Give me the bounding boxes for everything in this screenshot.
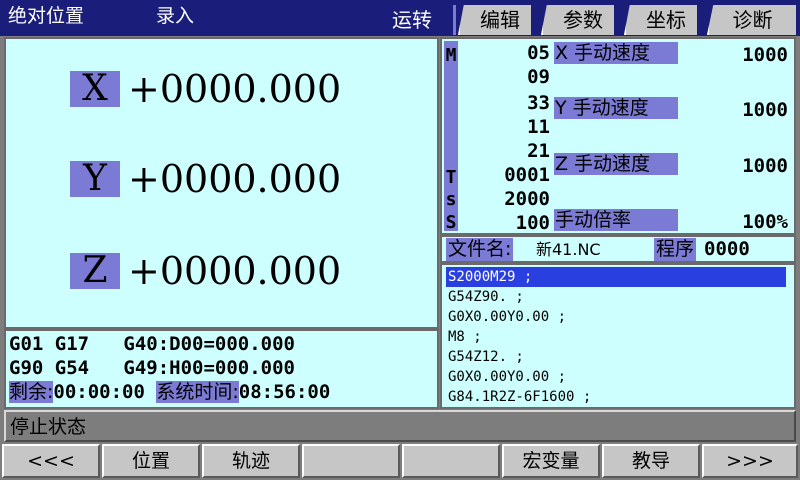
program-line[interactable]: G0X0.00Y0.00 ; xyxy=(446,367,786,387)
tab-params-label: 参数 xyxy=(563,8,603,32)
program-line[interactable]: G84.1R2Z-6F1600 ; xyxy=(446,387,786,407)
program-line[interactable]: G0X0.00Y0.00 ; xyxy=(446,307,786,327)
y-jog-speed-value: 1000 xyxy=(742,99,788,121)
softkey-empty-1[interactable] xyxy=(302,444,400,478)
m-code-1: 05 xyxy=(527,42,550,64)
z-axis-value: +0000.000 xyxy=(128,249,342,293)
x-jog-speed-value: 1000 xyxy=(742,44,788,66)
modal-line-1: G01 G17 G40:D00=000.000 xyxy=(9,333,295,355)
z-jog-speed-value: 1000 xyxy=(742,155,788,177)
program-line[interactable]: G54Z90. ; xyxy=(446,287,786,307)
m-code-5: 21 xyxy=(527,140,550,162)
x-jog-speed-label: X 手动速度 xyxy=(554,42,678,64)
tab-diagnosis[interactable]: 诊断 xyxy=(707,5,796,35)
program-line[interactable]: M8 ; xyxy=(446,327,786,347)
m-code-3: 33 xyxy=(527,92,550,114)
jog-override-value: 100% xyxy=(742,211,788,233)
tab-diagnosis-label: 诊断 xyxy=(732,8,773,32)
machine-status: 停止状态 xyxy=(10,416,87,438)
z-axis-label: Z xyxy=(70,253,120,289)
m-code-letter: M xyxy=(445,45,457,66)
tab-run-label: 运转 xyxy=(392,8,432,32)
program-line-current[interactable]: S2000M29 ; xyxy=(446,267,786,287)
system-time: 08:56:00 xyxy=(238,381,331,403)
y-jog-speed-label: Y 手动速度 xyxy=(554,97,678,119)
softkey-next-page[interactable]: >>> xyxy=(702,444,798,478)
m-code-4: 11 xyxy=(527,116,550,138)
file-info-bar: 文件名: 新41.NC 程序 0000 xyxy=(440,235,796,263)
jog-override-label: 手动倍率 xyxy=(554,209,678,231)
machine-info-panel: M T s S 05 09 33 11 21 0001 2000 100 X 手… xyxy=(440,37,796,235)
position-mode-label: 绝对位置 xyxy=(8,5,85,27)
z-jog-speed-label: Z 手动速度 xyxy=(554,153,678,175)
softkey-bar: <<< 位置 轨迹 宏变量 教导 >>> xyxy=(0,444,800,480)
spindle-speed-actual: 100 xyxy=(515,212,550,234)
softkey-position[interactable]: 位置 xyxy=(102,444,200,478)
y-axis-value: +0000.000 xyxy=(128,157,342,201)
softkey-trajectory[interactable]: 轨迹 xyxy=(202,444,300,478)
m-code-2: 09 xyxy=(527,66,550,88)
program-line[interactable]: G54Z12. ; xyxy=(446,347,786,367)
input-mode-label: 录入 xyxy=(156,5,195,27)
tool-number: 0001 xyxy=(504,164,550,186)
program-number-label: 程序 xyxy=(654,238,697,261)
s-code-letter: s xyxy=(445,189,457,210)
y-axis-label: Y xyxy=(70,161,120,197)
file-name: 新41.NC xyxy=(536,240,601,259)
t-code-letter: T xyxy=(445,167,457,188)
tab-run[interactable]: 运转 xyxy=(368,5,456,35)
softkey-teach[interactable]: 教导 xyxy=(602,444,700,478)
tab-edit-label: 编辑 xyxy=(480,8,520,32)
spindle-actual-letter: S xyxy=(445,212,457,233)
program-listing[interactable]: S2000M29 ; G54Z90. ; G0X0.00Y0.00 ; M8 ;… xyxy=(440,263,796,409)
coordinate-panel: X +0000.000 Y +0000.000 Z +0000.000 xyxy=(4,37,439,329)
system-time-label: 系统时间: xyxy=(156,381,239,403)
file-name-label: 文件名: xyxy=(446,238,514,261)
softkey-empty-2[interactable] xyxy=(402,444,500,478)
tab-coordinates-label: 坐标 xyxy=(646,8,686,32)
program-number: 0000 xyxy=(704,238,750,260)
tab-params[interactable]: 参数 xyxy=(541,5,623,35)
code-letter-strip: M T s S xyxy=(444,41,458,233)
remaining-time: 00:00:00 xyxy=(53,381,145,403)
modal-line-2: G90 G54 G49:H00=000.000 xyxy=(9,357,295,379)
time-line: 剩余:00:00:00 系统时间:08:56:00 xyxy=(9,381,330,403)
x-axis-value: +0000.000 xyxy=(128,67,342,111)
modal-status-panel: G01 G17 G40:D00=000.000 G90 G54 G49:H00=… xyxy=(4,329,439,409)
remaining-label: 剩余: xyxy=(9,381,54,403)
tab-edit[interactable]: 编辑 xyxy=(458,5,540,35)
x-axis-label: X xyxy=(70,71,120,107)
softkey-prev-page[interactable]: <<< xyxy=(2,444,100,478)
softkey-macro-variables[interactable]: 宏变量 xyxy=(502,444,600,478)
status-bar: 停止状态 xyxy=(4,410,796,442)
tab-coordinates[interactable]: 坐标 xyxy=(624,5,706,35)
top-bar: 绝对位置 录入 运转 编辑 参数 坐标 诊断 xyxy=(0,0,800,36)
spindle-speed-setting: 2000 xyxy=(504,188,550,210)
